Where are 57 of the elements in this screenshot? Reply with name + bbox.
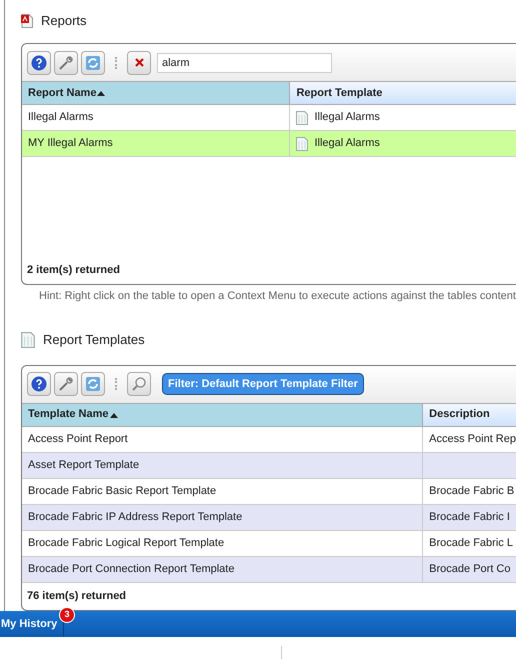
table-row[interactable]: Brocade Fabric Basic Report Template Brocade Fabric B bbox=[22, 478, 516, 504]
section-title: Report Templates bbox=[43, 330, 145, 349]
help-button[interactable] bbox=[27, 372, 51, 396]
refresh-icon bbox=[85, 376, 101, 392]
pdf-icon bbox=[21, 14, 33, 28]
help-button[interactable] bbox=[27, 50, 51, 74]
table-cell-text: Illegal Alarms bbox=[28, 110, 94, 126]
notification-badge: 3 bbox=[59, 607, 75, 623]
help-icon bbox=[31, 54, 47, 70]
column-header[interactable]: Report Name bbox=[22, 82, 290, 104]
section-title: Reports bbox=[41, 12, 87, 30]
refresh-icon bbox=[85, 54, 101, 70]
search-button[interactable] bbox=[127, 372, 151, 396]
table-row[interactable]: Illegal Alarms Illegal Alarms bbox=[22, 105, 516, 131]
table-cell-text: Brocade Port Connection Report Template bbox=[28, 562, 234, 577]
item-count: 2 item(s) returned bbox=[26, 262, 121, 278]
settings-button[interactable] bbox=[54, 50, 78, 74]
table-cell-text: Brocade Fabric Logical Report Template bbox=[28, 536, 224, 551]
hint-text: Hint: Right click on the table to open a Context Menu to execute actions against the tables content bbox=[38, 289, 516, 304]
sort-arrow-icon bbox=[97, 90, 106, 96]
table-row[interactable]: Brocade Port Connection Report Template Brocade Port Co bbox=[22, 556, 516, 582]
help-icon bbox=[31, 376, 47, 392]
search-field[interactable]: alarm bbox=[157, 52, 332, 72]
table-cell-text: Access Point Rep bbox=[429, 432, 516, 447]
refresh-button[interactable] bbox=[81, 372, 105, 396]
table-row[interactable]: Brocade Fabric IP Address Report Template Brocade Fabric I bbox=[22, 504, 516, 530]
table-cell-text: Brocade Fabric L bbox=[429, 536, 513, 551]
document-icon bbox=[296, 110, 308, 124]
column-header[interactable]: Template Name bbox=[22, 404, 424, 426]
table-cell-text: Access Point Report bbox=[28, 432, 128, 447]
wrench-icon bbox=[58, 54, 74, 70]
history-tab[interactable]: My History bbox=[0, 611, 58, 637]
column-header[interactable]: Description bbox=[423, 404, 516, 426]
table-row[interactable]: Brocade Fabric Logical Report Template Brocade Fabric L bbox=[22, 530, 516, 556]
refresh-button[interactable] bbox=[81, 50, 105, 74]
wrench-icon bbox=[58, 376, 74, 392]
table-cell-text: Illegal Alarms bbox=[314, 110, 380, 126]
clear-button[interactable] bbox=[127, 50, 151, 74]
column-header[interactable]: Report Template bbox=[290, 82, 516, 104]
clear-icon bbox=[134, 58, 144, 67]
item-count: 76 item(s) returned bbox=[26, 588, 128, 604]
table-row[interactable]: Access Point Report Access Point Rep bbox=[22, 426, 516, 452]
table-cell-text: Brocade Fabric I bbox=[429, 510, 510, 525]
table-cell-text: Asset Report Template bbox=[28, 458, 140, 473]
search-icon bbox=[131, 376, 147, 392]
table-row[interactable]: MY Illegal Alarms Illegal Alarms bbox=[22, 131, 516, 157]
table-cell-text: MY Illegal Alarms bbox=[28, 136, 113, 152]
document-icon bbox=[21, 332, 35, 348]
document-icon bbox=[296, 136, 308, 150]
table-cell-text: Brocade Fabric IP Address Report Template bbox=[28, 510, 242, 525]
sort-arrow-icon bbox=[110, 412, 118, 418]
table-row[interactable]: Asset Report Template bbox=[22, 452, 516, 478]
table-cell-text: Brocade Port Co bbox=[429, 562, 510, 577]
table-cell-text: Brocade Fabric Basic Report Template bbox=[28, 484, 216, 499]
table-cell-text: Brocade Fabric B bbox=[429, 484, 514, 499]
table-cell-text: Illegal Alarms bbox=[314, 136, 380, 152]
settings-button[interactable] bbox=[54, 372, 78, 396]
